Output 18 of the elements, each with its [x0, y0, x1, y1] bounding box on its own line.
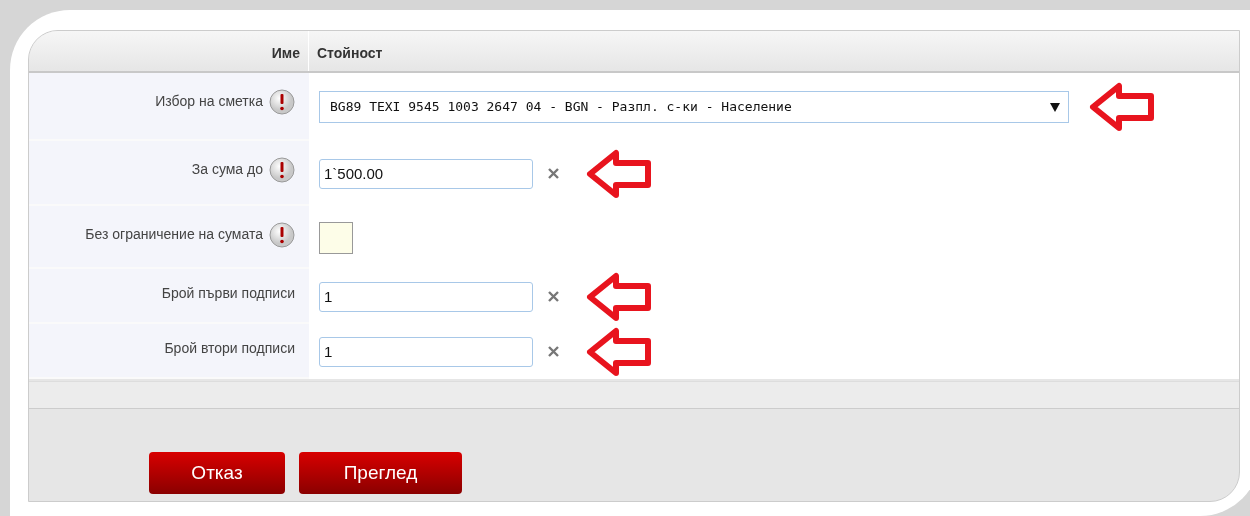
checkbox[interactable] [319, 221, 353, 254]
field-label: За сума до [191, 160, 263, 179]
account-select[interactable]: BG89 TEXI 9545 1003 2647 04 - BGN - Разпл. с-ки - Население [319, 91, 1069, 123]
field-label: Брой втори подписи [164, 339, 295, 358]
dropdown-caret-icon [1050, 102, 1060, 112]
input-field[interactable]: 1 [319, 281, 533, 312]
clear-icon [547, 290, 560, 303]
input-field[interactable]: 1 [319, 336, 533, 367]
field-label: Брой първи подписи [161, 284, 295, 303]
button[interactable]: Преглед [299, 452, 462, 494]
button[interactable]: Отказ [149, 452, 285, 494]
column-header: Име [29, 31, 309, 71]
input-field[interactable]: 1`500.00 [319, 158, 533, 189]
column-header: Стойност [316, 44, 383, 63]
field-label: Без ограничение на сумата [85, 225, 263, 244]
clear-icon [547, 345, 560, 358]
field-label: Избор на сметка [155, 92, 263, 111]
clear-icon [547, 167, 560, 180]
